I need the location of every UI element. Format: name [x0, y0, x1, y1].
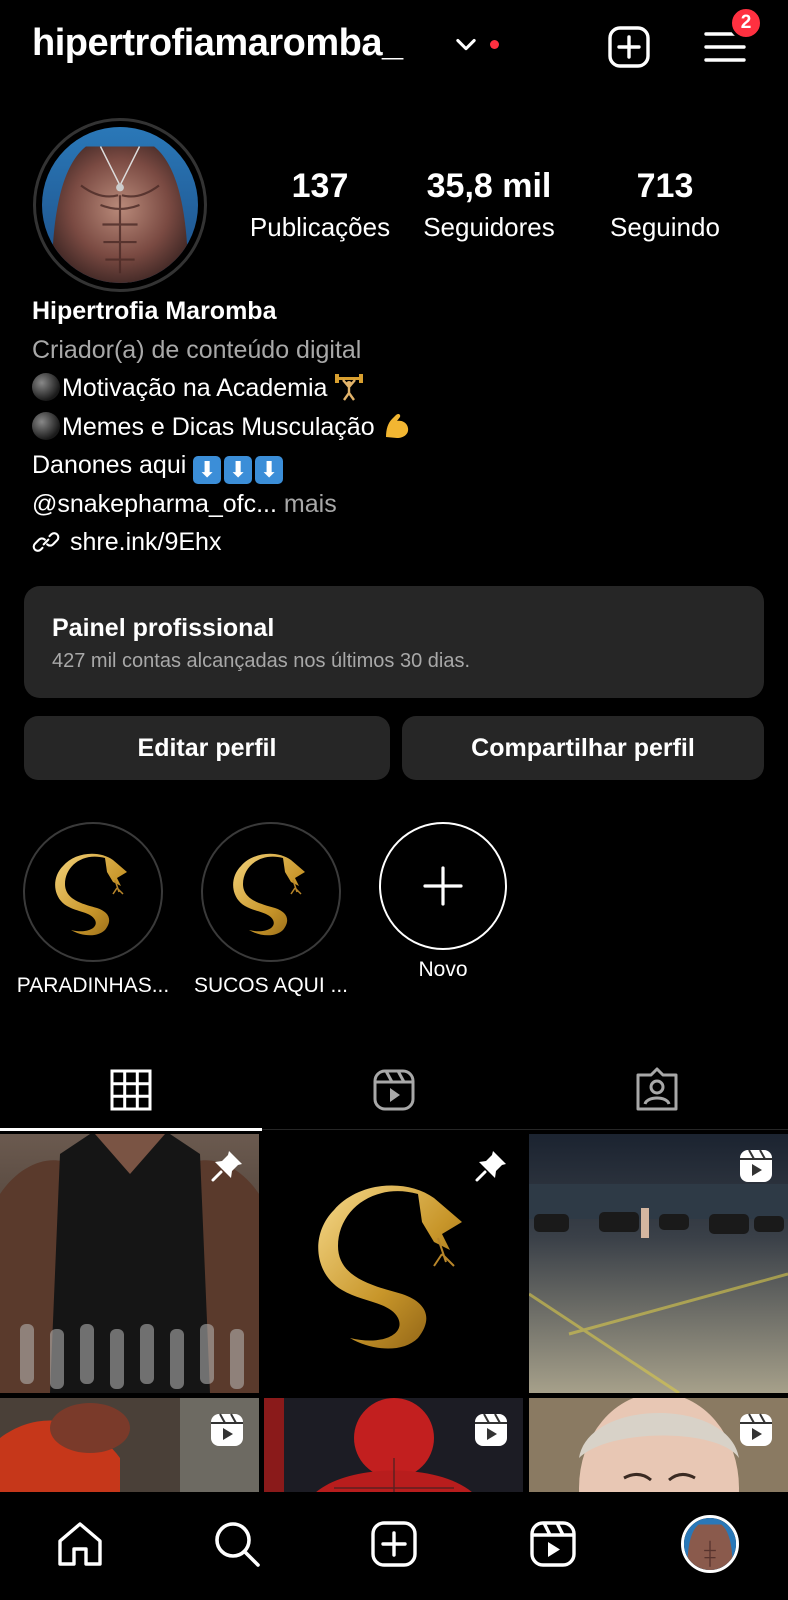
account-username[interactable]: hipertrofiamaromba_ [32, 22, 403, 65]
nav-search[interactable] [207, 1514, 267, 1574]
post-thumbnail[interactable] [529, 1398, 788, 1492]
profile-stats: 137 Publicações 35,8 mil Seguidores 713 … [240, 166, 740, 256]
post-thumbnail[interactable] [264, 1134, 523, 1393]
down-arrow-icon: ⬇ [224, 456, 253, 484]
reels-icon [373, 1069, 415, 1111]
following-count: 713 [636, 167, 694, 205]
following-stat[interactable]: 713 Seguindo [590, 166, 740, 244]
nav-create[interactable] [364, 1514, 424, 1574]
reels-icon [740, 1149, 772, 1182]
link-icon [32, 532, 60, 553]
posts-label: Publicações [249, 212, 391, 242]
nav-profile[interactable] [680, 1514, 740, 1574]
top-bar: hipertrofiamaromba_ 2 [0, 0, 788, 92]
posts-stat[interactable]: 137 Publicações [240, 166, 400, 244]
bio-line: @snakepharma_ofc... mais [32, 485, 752, 524]
tab-reels[interactable] [263, 1050, 525, 1130]
tab-posts-grid[interactable] [0, 1050, 262, 1131]
bottom-navigation [0, 1492, 788, 1600]
notification-badge: 2 [729, 6, 763, 40]
weightlifter-icon [335, 374, 364, 401]
chevron-down-icon[interactable] [452, 30, 480, 58]
followers-count: 35,8 mil [426, 167, 552, 205]
account-notification-dot [490, 40, 499, 49]
black-circle-icon [32, 411, 60, 440]
nav-home[interactable] [50, 1514, 110, 1574]
profile-avatar [681, 1515, 739, 1573]
snake-logo-icon [233, 853, 305, 936]
posts-grid [0, 1134, 788, 1492]
post-thumbnail[interactable] [0, 1134, 259, 1393]
following-label: Seguindo [610, 212, 720, 242]
followers-label: Seguidores [423, 212, 555, 242]
post-thumbnail[interactable] [0, 1398, 259, 1492]
reels-icon [211, 1413, 243, 1446]
bio-link[interactable]: shre.ink/9Ehx [32, 523, 752, 562]
avatar-image [42, 127, 198, 283]
nav-reels[interactable] [523, 1514, 583, 1574]
highlight-label: SUCOS AQUI ... [193, 974, 349, 997]
reels-icon [530, 1521, 576, 1567]
pin-icon [211, 1151, 242, 1182]
highlight-item[interactable]: SUCOS AQUI ... [194, 822, 348, 998]
plus-icon [423, 866, 463, 906]
bio-line: Memes e Dicas Musculação [32, 408, 752, 447]
create-icon [371, 1521, 417, 1567]
bio-link-text: shre.ink/9Ehx [70, 528, 222, 556]
reels-icon [740, 1413, 772, 1446]
black-circle-icon [32, 373, 60, 401]
professional-dashboard[interactable]: Painel profissional 427 mil contas alcan… [24, 586, 764, 698]
grid-icon [110, 1069, 152, 1111]
followers-stat[interactable]: 35,8 mil Seguidores [412, 166, 566, 244]
profile-name: Hipertrofia Maromba [32, 297, 277, 325]
bio-mention[interactable]: @snakepharma_ofc... [32, 490, 277, 518]
profile-avatar[interactable] [33, 118, 207, 292]
down-arrow-icon: ⬇ [193, 456, 222, 484]
flexed-biceps-icon [385, 413, 408, 438]
posts-count: 137 [291, 167, 349, 205]
profile-bio: Hipertrofia Maromba Criador(a) de conteú… [32, 292, 752, 562]
highlight-ring [23, 822, 163, 962]
new-highlight-ring [379, 822, 507, 950]
profile-category: Criador(a) de conteúdo digital [32, 335, 362, 364]
share-profile-button[interactable]: Compartilhar perfil [402, 716, 764, 780]
edit-profile-button[interactable]: Editar perfil [24, 716, 390, 780]
bio-line: Danones aqui ⬇ ⬇ ⬇ [32, 446, 752, 485]
highlight-item[interactable]: PARADINHAS... [17, 822, 169, 998]
dashboard-title: Painel profissional [52, 614, 275, 642]
dashboard-subtitle: 427 mil contas alcançadas nos últimos 30… [52, 650, 471, 672]
profile-tabs [0, 1050, 788, 1131]
create-post-icon[interactable] [606, 24, 652, 70]
post-thumbnail[interactable] [264, 1398, 523, 1492]
tab-tagged[interactable] [526, 1050, 788, 1130]
search-icon [215, 1522, 260, 1567]
highlight-label: Novo [418, 958, 468, 981]
bio-line: Motivação na Academia [32, 369, 752, 408]
reels-icon [475, 1413, 507, 1446]
tagged-icon [636, 1067, 678, 1111]
pin-icon [475, 1151, 506, 1182]
new-highlight-button[interactable]: Novo [378, 822, 508, 982]
snake-logo-icon [55, 853, 127, 936]
post-thumbnail[interactable] [529, 1134, 788, 1393]
home-icon [58, 1522, 102, 1566]
highlight-label: PARADINHAS... [16, 974, 170, 997]
highlight-ring [201, 822, 341, 962]
down-arrow-icon: ⬇ [255, 456, 284, 484]
more-link[interactable]: mais [284, 490, 337, 518]
